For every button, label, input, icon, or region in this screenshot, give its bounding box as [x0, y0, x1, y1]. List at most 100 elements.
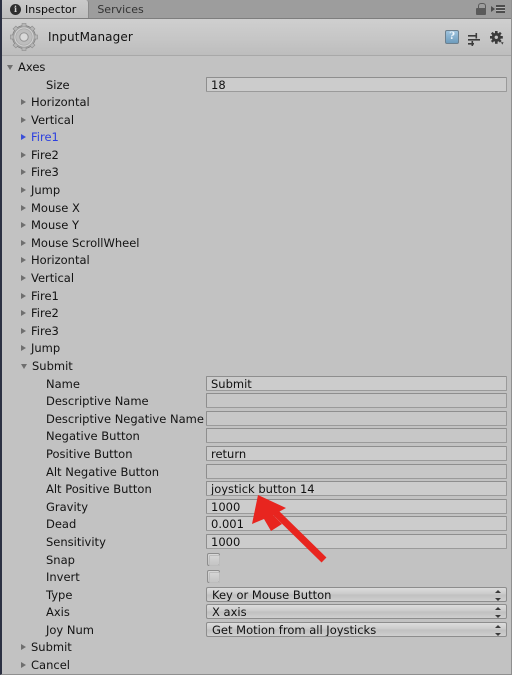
- tab-bar-actions: [476, 0, 511, 18]
- chevron-right-icon[interactable]: [21, 292, 26, 299]
- axis-item[interactable]: Fire2: [2, 146, 511, 164]
- property-checkbox[interactable]: [207, 570, 220, 584]
- chevron-right-icon[interactable]: [21, 134, 26, 141]
- tab-services-label: Services: [97, 3, 144, 16]
- chevron-right-icon[interactable]: [21, 661, 26, 668]
- property-input[interactable]: 0.001: [206, 516, 507, 532]
- chevron-right-icon[interactable]: [21, 239, 26, 246]
- axis-item-label: Jump: [31, 341, 61, 356]
- chevron-updown-icon: [495, 589, 501, 601]
- axis-item-label: Vertical: [31, 112, 75, 127]
- property-row: Alt Positive Button joystick button 14: [2, 480, 511, 498]
- preset-icon[interactable]: [468, 31, 481, 46]
- axis-item-label: Horizontal: [31, 253, 90, 268]
- axis-item[interactable]: Fire2: [2, 304, 511, 322]
- axis-item[interactable]: Fire3: [2, 322, 511, 340]
- chevron-right-icon[interactable]: [21, 644, 26, 651]
- chevron-updown-icon: [495, 625, 501, 636]
- info-icon: i: [10, 4, 21, 15]
- chevron-right-icon[interactable]: [21, 257, 26, 264]
- tab-inspector[interactable]: i Inspector: [2, 0, 90, 18]
- property-dropdown[interactable]: Get Motion from all Joysticks: [206, 622, 507, 637]
- tab-bar: i Inspector Services: [2, 0, 511, 19]
- gear-icon[interactable]: [489, 30, 504, 45]
- axis-item[interactable]: Jump: [2, 340, 511, 358]
- axis-item[interactable]: Cancel: [2, 656, 511, 673]
- axis-item-label: Cancel: [31, 657, 70, 672]
- axis-item[interactable]: Jump: [2, 181, 511, 199]
- chevron-down-icon: [21, 364, 27, 370]
- property-label: Negative Button: [46, 429, 140, 444]
- axis-item[interactable]: Mouse ScrollWheel: [2, 234, 511, 252]
- axis-item[interactable]: Fire1: [2, 287, 511, 305]
- axes-list: Horizontal Vertical Fire1 Fire2 Fire3 Jump Mou…: [2, 93, 511, 357]
- tab-services[interactable]: Services: [89, 0, 155, 18]
- property-input[interactable]: [206, 410, 507, 426]
- asset-header: InputManager ?: [2, 19, 511, 56]
- axis-item[interactable]: Mouse Y: [2, 216, 511, 234]
- property-input[interactable]: [206, 463, 507, 479]
- axis-item[interactable]: Horizontal: [2, 93, 511, 111]
- axis-item[interactable]: Submit: [2, 639, 511, 657]
- property-dropdown[interactable]: X axis: [206, 604, 507, 620]
- lock-icon[interactable]: [476, 3, 486, 15]
- axis-item[interactable]: Fire1: [2, 128, 511, 146]
- property-input[interactable]: [206, 428, 507, 444]
- property-input[interactable]: return: [206, 446, 507, 462]
- property-dropdown-value: Get Motion from all Joysticks: [212, 623, 377, 637]
- chevron-right-icon[interactable]: [21, 327, 26, 334]
- property-input[interactable]: 1000: [206, 498, 507, 514]
- property-input[interactable]: joystick button 14: [206, 481, 507, 497]
- header-actions: ?: [445, 30, 511, 46]
- chevron-right-icon[interactable]: [21, 169, 26, 176]
- help-icon[interactable]: ?: [445, 30, 459, 44]
- property-label: Joy Num: [46, 623, 94, 637]
- axis-item-label: Fire3: [31, 323, 59, 338]
- chevron-right-icon[interactable]: [21, 274, 26, 281]
- axis-item-label: Fire1: [31, 130, 59, 145]
- property-label: Axis: [46, 605, 70, 620]
- axis-item[interactable]: Vertical: [2, 269, 511, 287]
- property-dropdown[interactable]: Key or Mouse Button: [206, 586, 507, 602]
- chevron-right-icon[interactable]: [21, 222, 26, 229]
- property-label: Alt Negative Button: [46, 464, 160, 479]
- size-input[interactable]: 18: [206, 76, 507, 92]
- property-input[interactable]: 1000: [206, 534, 507, 550]
- inspector-content: Axes Size 18 Horizontal Vertical Fire1 Fire…: [2, 56, 511, 673]
- property-row: Invert: [2, 568, 511, 586]
- gear-asset-icon: [10, 23, 38, 51]
- property-row: Name Submit: [2, 375, 511, 393]
- foldout-submit[interactable]: Submit: [2, 357, 511, 375]
- hamburger-menu-icon[interactable]: [491, 5, 505, 13]
- chevron-right-icon[interactable]: [21, 98, 26, 105]
- inspector-window: i Inspector Services InputManager ? Axes…: [0, 0, 512, 675]
- property-row: Type Key or Mouse Button: [2, 586, 511, 604]
- chevron-right-icon[interactable]: [21, 345, 26, 352]
- axis-item[interactable]: Vertical: [2, 111, 511, 129]
- trailing-axes-list: Submit Cancel: [2, 639, 511, 673]
- foldout-submit-label: Submit: [32, 358, 73, 373]
- axis-item-label: Jump: [31, 182, 61, 197]
- property-row: Gravity 1000: [2, 498, 511, 516]
- axis-item[interactable]: Fire3: [2, 164, 511, 182]
- field-size-label: Size: [46, 77, 70, 92]
- property-checkbox[interactable]: [207, 552, 220, 566]
- property-input[interactable]: [206, 393, 507, 409]
- chevron-right-icon[interactable]: [21, 186, 26, 193]
- chevron-right-icon[interactable]: [21, 116, 26, 123]
- chevron-right-icon[interactable]: [21, 310, 26, 317]
- property-label: Positive Button: [46, 447, 133, 462]
- property-input[interactable]: Submit: [206, 375, 507, 391]
- chevron-right-icon[interactable]: [21, 204, 26, 211]
- axis-item[interactable]: Mouse X: [2, 199, 511, 217]
- chevron-right-icon[interactable]: [21, 151, 26, 158]
- foldout-axes[interactable]: Axes: [2, 58, 511, 76]
- property-row: Negative Button: [2, 427, 511, 445]
- property-label: Name: [46, 376, 80, 391]
- axis-item-label: Fire1: [31, 288, 59, 303]
- axis-item[interactable]: Horizontal: [2, 252, 511, 270]
- property-label: Descriptive Negative Name: [46, 411, 204, 426]
- foldout-axes-label: Axes: [18, 59, 46, 74]
- property-label: Snap: [46, 552, 75, 567]
- property-label: Gravity: [46, 499, 89, 514]
